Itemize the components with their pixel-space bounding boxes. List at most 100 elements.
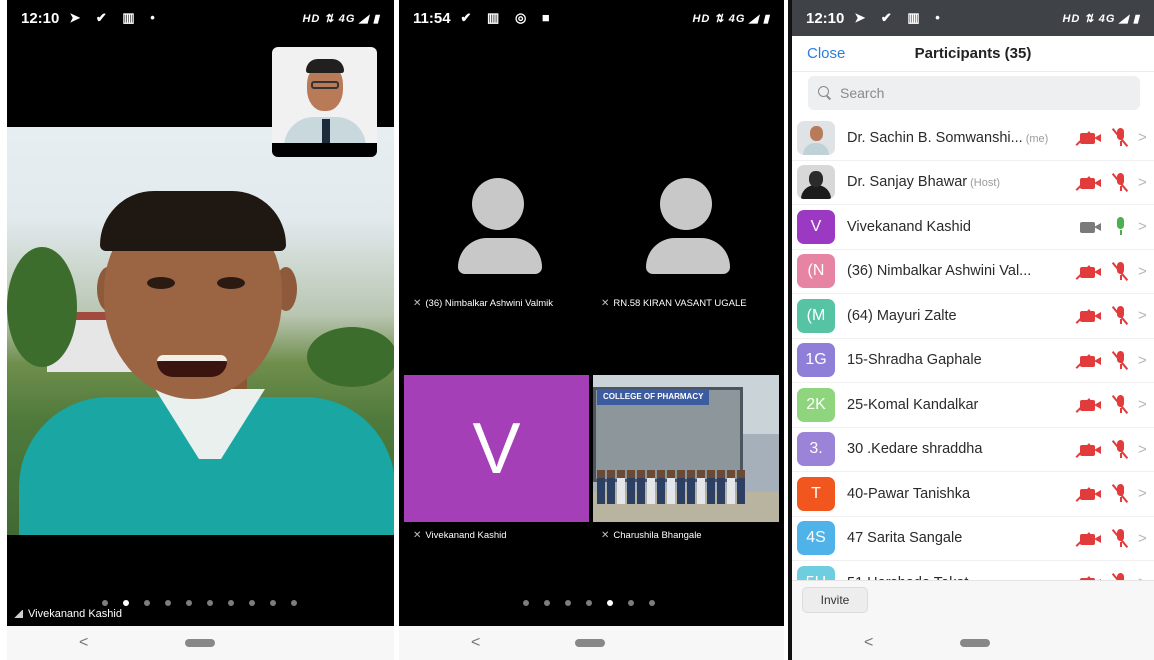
photo-person [627,470,635,504]
photo-person [607,470,615,504]
participant-tile[interactable] [592,178,780,338]
page-dot[interactable] [628,600,634,606]
video-off-icon[interactable] [1075,175,1102,191]
video-off-icon[interactable] [1075,442,1102,458]
tile-label: ✕ RN.58 KIRAN VASANT UGALE [601,298,747,309]
chevron-right-icon[interactable]: > [1138,129,1147,146]
photo-person [707,470,715,504]
participant-row[interactable]: 2K 25-Komal Kandalkar > [792,383,1154,428]
mic-muted-icon[interactable] [1111,261,1129,282]
active-speaker-video[interactable] [7,127,394,535]
home-pill-icon[interactable] [185,639,215,647]
avatar-initials: (N [807,262,825,280]
mic-muted-icon[interactable] [1111,484,1129,504]
chevron-right-icon[interactable]: > [1138,396,1147,413]
back-icon[interactable]: < [864,634,873,652]
page-dot[interactable] [228,600,234,606]
chevron-right-icon[interactable]: > [1138,441,1147,458]
video-on-icon[interactable] [1080,221,1102,233]
participant-name: Vivekanand Kashid [847,219,971,235]
mic-muted-icon[interactable] [1111,528,1129,549]
participant-name: 25-Komal Kandalkar [847,397,978,413]
participant-tile-photo[interactable]: COLLEGE OF PHARMACY [593,375,779,522]
page-dot-active[interactable] [123,600,129,606]
tile-name: (36) Nimbalkar Ashwini Valmik [425,298,553,309]
chevron-right-icon[interactable]: > [1138,263,1147,280]
page-dot-active[interactable] [607,600,613,606]
status-time: 11:54 [413,9,451,27]
back-icon[interactable]: < [79,634,88,652]
participant-row[interactable]: 1G 15-Shradha Gaphale > [792,339,1154,383]
page-dot[interactable] [102,600,108,606]
page-dot[interactable] [565,600,571,606]
screenshot-collage: 12:10 ➤ ✔ ▥ • HD ⇅ 4G ◢ ▮ Vivekanand Kas… [0,0,1154,660]
participants-list[interactable]: Dr. Sachin B. Somwanshi... (me) > Dr. Sanja… [792,116,1154,580]
mic-muted-icon[interactable] [1111,350,1129,371]
participant-row[interactable]: (M (64) Mayuri Zalte > [792,294,1154,339]
avatar-initials: 1G [805,351,827,369]
video-off-icon[interactable] [1075,531,1102,547]
photo-person [667,470,675,504]
participant-tile[interactable] [404,178,592,338]
self-view-thumbnail[interactable] [272,47,377,157]
participant-row[interactable]: 4S 47 Sarita Sangale > [792,517,1154,561]
chevron-right-icon[interactable]: > [1138,307,1147,324]
mic-stem [1120,230,1122,235]
camera-body [1080,222,1095,233]
page-indicator[interactable] [523,600,655,606]
page-dot[interactable] [649,600,655,606]
camera-lens [1094,401,1101,409]
participant-tile-initial[interactable]: V [404,375,589,522]
mic-muted-icon[interactable] [1111,306,1129,326]
page-dot[interactable] [270,600,276,606]
participant-row[interactable]: T 40-Pawar Tanishka > [792,472,1154,517]
page-dot[interactable] [544,600,550,606]
page-dot[interactable] [144,600,150,606]
video-off-icon[interactable] [1075,264,1102,280]
close-button[interactable]: Close [807,45,845,62]
mic-muted-icon: ✕ [413,530,422,541]
chevron-right-icon[interactable]: > [1138,485,1147,502]
chevron-right-icon[interactable]: > [1138,530,1147,547]
mic-muted-icon[interactable] [1111,172,1129,193]
avatar-body [801,185,831,200]
participant-row[interactable]: (N (36) Nimbalkar Ashwini Val... > [792,250,1154,294]
home-pill-icon[interactable] [575,639,605,647]
back-icon[interactable]: < [471,634,480,652]
page-dot[interactable] [586,600,592,606]
invite-button[interactable]: Invite [802,587,868,613]
participant-row[interactable]: Dr. Sanjay Bhawar (Host) > [792,161,1154,205]
mic-muted-icon[interactable] [1111,573,1129,580]
page-dot[interactable] [291,600,297,606]
chevron-right-icon[interactable]: > [1138,174,1147,191]
mic-muted-icon[interactable] [1111,395,1129,415]
status-time: 12:10 [806,9,845,27]
mic-capsule [1117,217,1124,229]
video-off-icon[interactable] [1075,309,1102,324]
home-pill-icon[interactable] [960,639,990,647]
page-dot[interactable] [186,600,192,606]
participant-name-text: (64) Mayuri Zalte [847,307,957,324]
chevron-right-icon[interactable]: > [1138,352,1147,369]
page-indicator[interactable] [102,600,297,606]
mic-muted-icon[interactable] [1111,128,1129,148]
avatar-head [809,171,823,188]
participant-row[interactable]: V Vivekanand Kashid > [792,205,1154,250]
mic-active-icon[interactable] [1113,217,1127,237]
page-dot[interactable] [523,600,529,606]
page-dot[interactable] [207,600,213,606]
video-off-icon[interactable] [1075,487,1102,502]
video-off-icon[interactable] [1075,398,1102,413]
participant-row[interactable]: Dr. Sachin B. Somwanshi... (me) > [792,116,1154,161]
page-dot[interactable] [165,600,171,606]
participant-row[interactable]: 3. 30 .Kedare shraddha > [792,428,1154,472]
status-bar: 11:54 ✔ ▥ ◎ ■ HD ⇅ 4G ◢ ▮ [399,0,784,36]
mic-muted-icon[interactable] [1111,439,1129,460]
video-off-icon[interactable] [1075,131,1102,146]
video-off-icon[interactable] [1075,353,1102,369]
page-dot[interactable] [249,600,255,606]
photo-person [687,470,695,504]
chevron-right-icon[interactable]: > [1138,218,1147,235]
search-input[interactable]: Search [808,76,1140,110]
participant-row[interactable]: 5H51 Harshada Tokat> [792,561,1154,580]
